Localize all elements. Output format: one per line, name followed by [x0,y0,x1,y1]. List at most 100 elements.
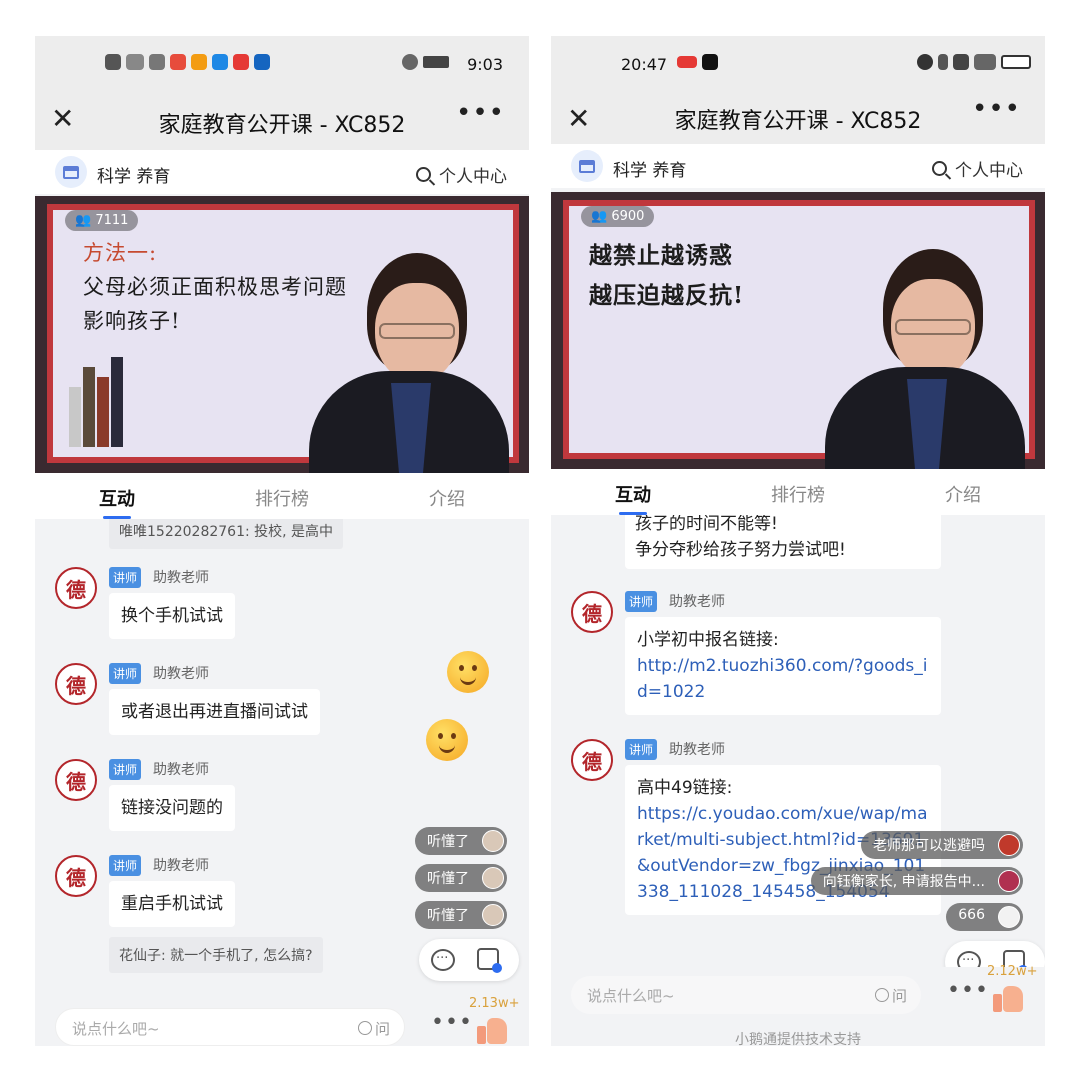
app-icon [233,54,249,70]
avatar[interactable]: 德 [55,567,97,609]
tab-bar: 互动 排行榜 介绍 [35,473,529,519]
ask-toggle[interactable]: 问 [358,1018,390,1039]
more-actions-icon[interactable]: ••• [947,978,989,1003]
like-icon[interactable] [993,982,1023,1012]
avatar[interactable]: 德 [571,591,613,633]
role-badge: 讲师 [109,567,142,588]
comment-icon[interactable] [957,949,981,967]
app-icon [677,56,697,68]
smile-emoji-icon [447,651,489,693]
reaction-pill: 听懂了 [415,827,507,855]
chat-list[interactable]: 孩子的时间不能等! 争分夺秒给孩子努力尝试吧! 德 讲师 助教老师 小学初中报名… [551,515,1045,967]
bluetooth-icon [938,54,948,70]
alarm-icon [402,54,418,70]
schedule-icon[interactable] [477,948,502,973]
chat-list[interactable]: 唯唯15220282761: 投校, 是高中 德 讲师 助教老师 换个手机试试 … [35,519,529,987]
tool-pill [419,939,519,981]
avatar[interactable]: 德 [55,759,97,801]
viewer-count: 👥 6900 [581,206,655,227]
more-actions-icon[interactable]: ••• [431,1010,473,1035]
reaction-pill: 666 [946,903,1023,931]
app-icon [191,54,207,70]
app-icon [212,54,228,70]
teacher [825,239,1025,469]
user-avatar [998,906,1020,928]
tab-bar: 互动 排行榜 介绍 [551,469,1045,515]
comment-icon[interactable] [431,947,455,971]
wifi-icon [149,54,165,70]
sender-name: 助教老师 [669,742,725,758]
tab-ranking[interactable]: 排行榜 [255,485,309,511]
reaction-pill: 向钰衡家长, 申请报告中... [810,867,1023,895]
viewer-count: 👥 7111 [65,210,139,231]
tab-interact[interactable]: 互动 [615,481,651,515]
sender-name: 助教老师 [669,594,725,610]
sender-name: 助教老师 [153,858,209,874]
hd-icon [953,54,969,70]
page-title: 家庭教育公开课 - XC852 [674,109,922,134]
message-bubble: 或者退出再进直播间试试 [109,689,320,735]
tab-intro[interactable]: 介绍 [945,481,981,507]
personal-center[interactable]: 个人中心 [932,156,1023,181]
input-bar: 说点什么吧~ 问 ••• 2.13w+ [35,996,529,1046]
message-bubble: 小学初中报名链接: http://m2.tuozhi360.com/?goods… [625,617,941,715]
teacher [309,243,509,473]
user-avatar [482,904,504,926]
reaction-pill: 听懂了 [415,901,507,929]
like-count: 2.12w+ [987,964,1038,979]
alarm-icon [917,54,933,70]
store-icon[interactable] [571,150,603,182]
signal-icon [126,54,144,70]
status-bar: 20:47 [551,36,1045,92]
smile-emoji-icon [426,719,468,761]
reaction-pill: 老师那可以逃避吗 [861,831,1023,859]
message-bubble: 链接没问题的 [109,785,235,831]
avatar[interactable]: 德 [55,855,97,897]
live-video[interactable]: 方法一: 父母必须正面积极思考问题 影响孩子! 👥 7111 [35,196,529,473]
role-badge: 讲师 [109,663,142,684]
comment-input[interactable]: 说点什么吧~ 问 [571,976,921,1014]
registration-link[interactable]: http://m2.tuozhi360.com/?goods_id=1022 [637,653,929,705]
section-name[interactable]: 科学 养育 [613,156,686,181]
personal-center-label[interactable]: 个人中心 [439,162,507,187]
message-bubble: 孩子的时间不能等! 争分夺秒给孩子努力尝试吧! [625,515,941,569]
reaction-pill: 听懂了 [415,864,507,892]
more-icon[interactable]: ••• [456,98,505,128]
hd-icon [105,54,121,70]
like-icon[interactable] [477,1014,507,1044]
app-icon [170,54,186,70]
search-icon[interactable] [416,167,431,182]
sub-header: 科学 养育 个人中心 [35,150,529,194]
status-icons [677,54,718,70]
sender-name: 助教老师 [153,762,209,778]
personal-center[interactable]: 个人中心 [416,162,507,187]
search-icon[interactable] [932,161,947,176]
sub-header: 科学 养育 个人中心 [551,144,1045,188]
section-name[interactable]: 科学 养育 [97,162,170,187]
left-screenshot: 9:03 ✕ 家庭教育公开课 - XC852 ••• 科学 养育 个人中心 方法… [35,36,529,1046]
tab-ranking[interactable]: 排行榜 [771,481,825,507]
ask-toggle[interactable]: 问 [875,985,907,1006]
status-right-icons [917,54,1031,70]
avatar[interactable]: 德 [571,739,613,781]
store-icon[interactable] [55,156,87,188]
personal-center-label[interactable]: 个人中心 [955,156,1023,181]
board-text: 方法一: 父母必须正面积极思考问题 影响孩子! [83,241,347,333]
chat-snippet: 唯唯15220282761: 投校, 是高中 [109,519,344,549]
message-bubble: 重启手机试试 [109,881,235,927]
sender-name: 助教老师 [153,570,209,586]
sender-name: 助教老师 [153,666,209,682]
tab-intro[interactable]: 介绍 [429,485,465,511]
avatar[interactable]: 德 [55,663,97,705]
app-icon [254,54,270,70]
battery-icon [1001,55,1031,69]
comment-input[interactable]: 说点什么吧~ 问 [55,1008,405,1046]
more-icon[interactable]: ••• [972,94,1021,124]
role-badge: 讲师 [109,855,142,876]
books [69,357,139,447]
tab-interact[interactable]: 互动 [99,485,135,519]
status-time: 9:03 [467,55,503,74]
role-badge: 讲师 [109,759,142,780]
status-right-icons [402,54,449,70]
live-video[interactable]: 越禁止越诱惑 越压迫越反抗! 👥 6900 [551,192,1045,469]
